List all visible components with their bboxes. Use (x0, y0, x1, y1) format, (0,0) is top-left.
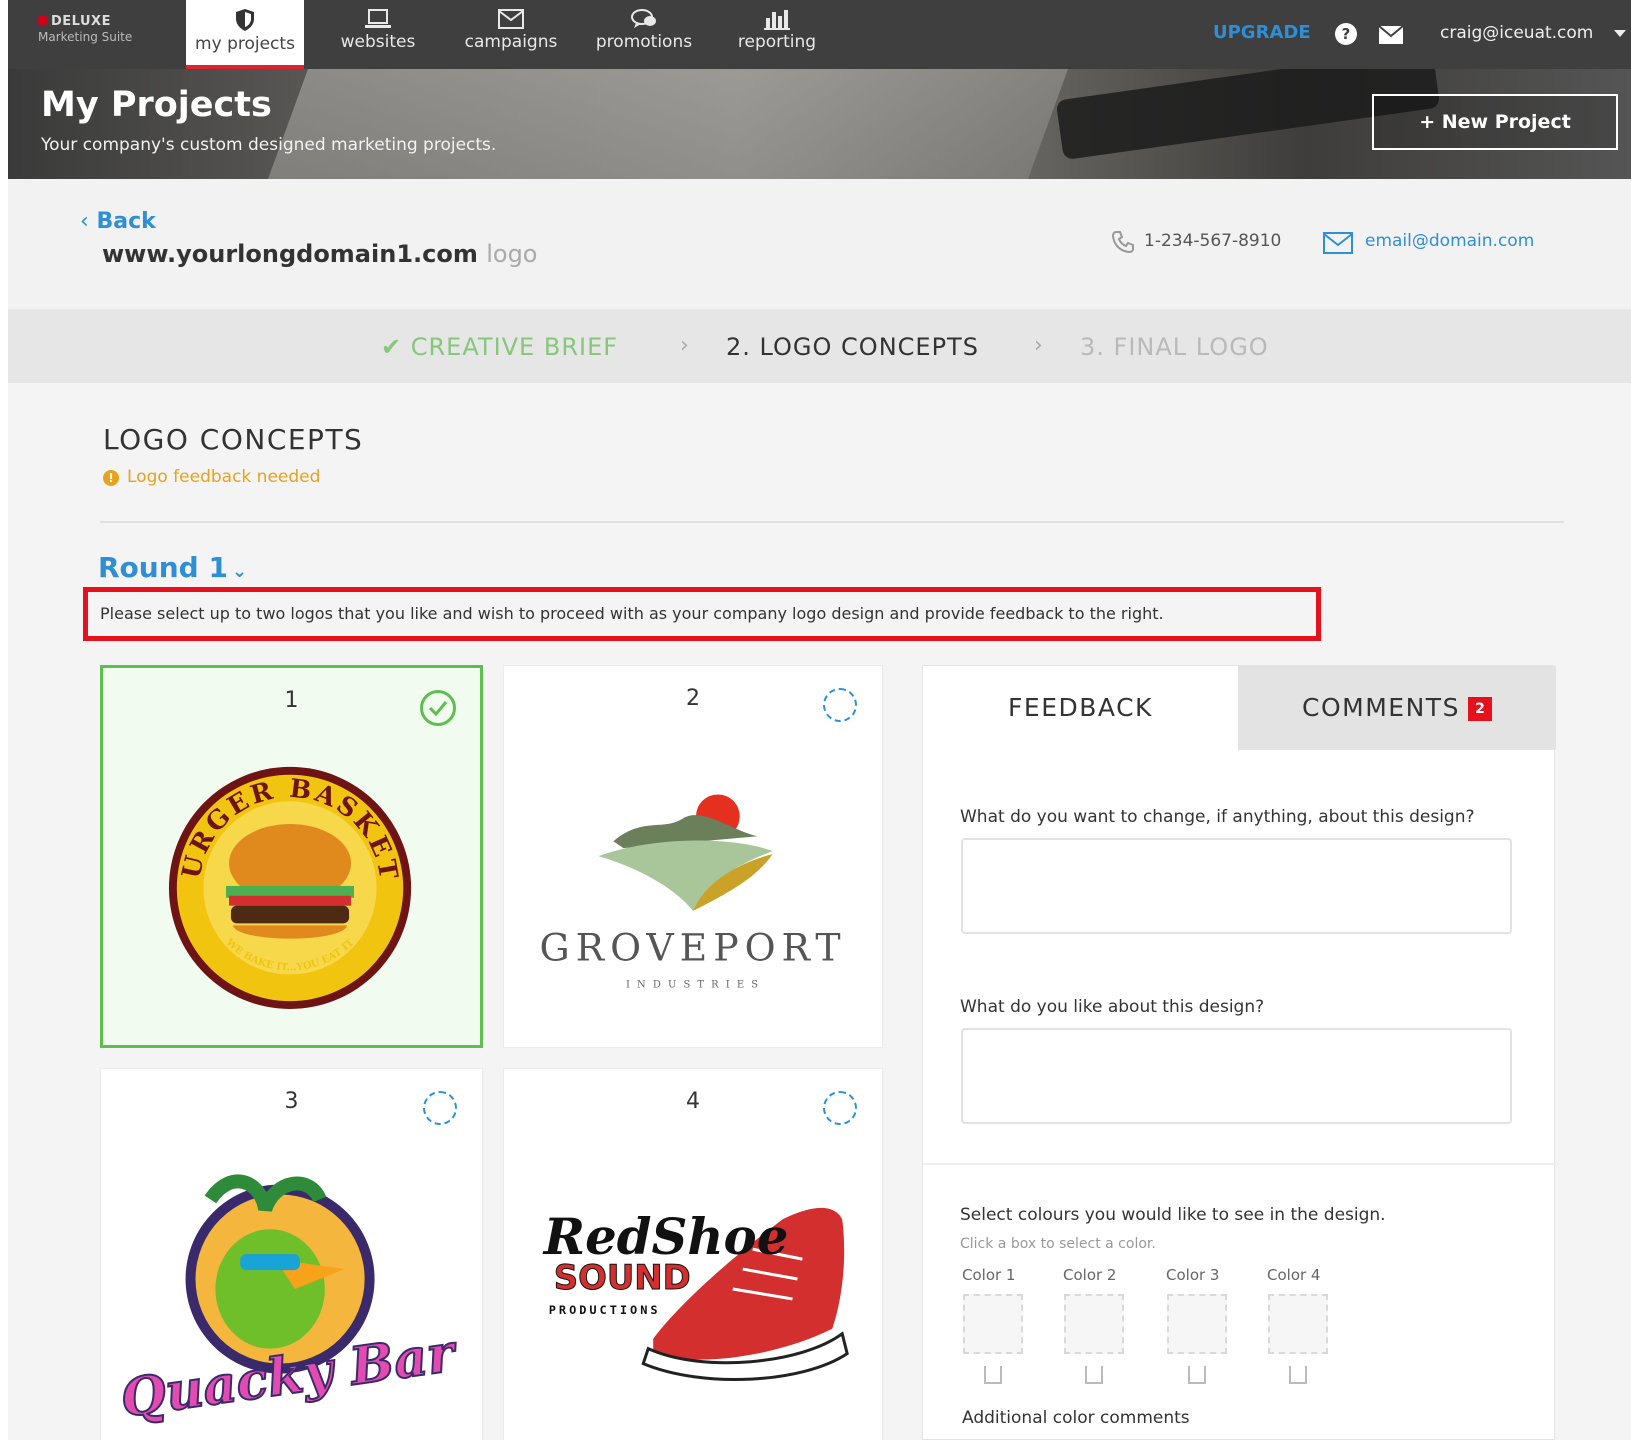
like-textarea[interactable] (961, 1028, 1512, 1124)
logo-name: GROVEPORT (540, 926, 847, 970)
additional-color-comments-label: Additional color comments (962, 1408, 1190, 1428)
back-link[interactable]: ‹ Back (80, 209, 156, 234)
tab-comments[interactable]: COMMENTS 2 (1238, 666, 1556, 750)
change-textarea[interactable] (961, 838, 1512, 934)
nav-my-projects[interactable]: my projects (186, 0, 304, 69)
checkmark-icon: ✔ (381, 333, 403, 361)
phone-icon (1111, 231, 1134, 254)
nav-label: promotions (595, 32, 693, 52)
nav-label: websites (340, 32, 416, 52)
colors-prompt: Select colours you would like to see in … (960, 1205, 1386, 1225)
chevron-left-icon: ‹ (80, 209, 89, 234)
page-title: My Projects (41, 85, 272, 125)
nav-label: my projects (195, 34, 295, 54)
brand-suite: Marketing Suite (38, 30, 133, 44)
mail-icon[interactable] (1378, 25, 1404, 45)
change-question: What do you want to change, if anything,… (960, 807, 1475, 827)
step-separator: › (680, 333, 689, 358)
logo-name-2: SOUND (554, 1258, 691, 1297)
help-icon[interactable]: ? (1335, 23, 1357, 45)
color-label-1: Color 1 (962, 1266, 1016, 1284)
logo-card-2[interactable]: 2 GROVEPORT I N D U S T R I E S (503, 665, 883, 1048)
color-label-4: Color 4 (1267, 1266, 1321, 1284)
project-domain: www.yourlongdomain1.com logo (102, 240, 538, 268)
tab-label: COMMENTS (1302, 693, 1460, 722)
section-title: LOGO CONCEPTS (103, 423, 364, 456)
select-radio-icon[interactable] (423, 1091, 457, 1125)
logo-card-3[interactable]: 3 Quacky Bar (100, 1068, 483, 1440)
brand-mark-icon (38, 16, 47, 25)
color-swatch-2[interactable] (1064, 1294, 1124, 1354)
laptop-icon (365, 9, 391, 28)
nav-reporting[interactable]: reporting (718, 0, 836, 69)
logo-card-1[interactable]: 1 BURGER BASKETS WE BAKE IT...YOU EAT IT (100, 665, 483, 1048)
domain-text: www.yourlongdomain1.com (102, 240, 478, 268)
nav-label: reporting (737, 32, 817, 52)
groveport-logo: GROVEPORT I N D U S T R I E S (540, 794, 847, 990)
email-icon (1323, 232, 1353, 254)
nav-campaigns[interactable]: campaigns (452, 0, 570, 69)
user-menu[interactable]: craig@iceuat.com (1440, 23, 1593, 43)
redshoe-sound-logo: RedShoe SOUND PRODUCTIONS (542, 1207, 849, 1381)
feedback-panel: FEEDBACK COMMENTS 2 What do you want to c… (922, 665, 1556, 1440)
hero-background-laptop (264, 69, 1072, 179)
quacky-bar-logo: Quacky Bar (116, 1174, 463, 1429)
instruction-text: Please select up to two logos that you l… (83, 587, 1321, 641)
chat-icon (631, 9, 656, 28)
bar-chart-icon (764, 10, 790, 30)
domain-suffix: logo (486, 240, 538, 268)
burger-baskets-logo: BURGER BASKETS WE BAKE IT...YOU EAT IT (103, 738, 412, 1009)
contact-phone[interactable]: 1-234-567-8910 (1144, 231, 1281, 251)
new-project-button[interactable]: + New Project (1372, 94, 1618, 150)
step-final-logo: 3. FINAL LOGO (1080, 333, 1269, 361)
color-label-3: Color 3 (1166, 1266, 1220, 1284)
color-checkbox-1[interactable] (984, 1366, 1002, 1384)
color-swatch-1[interactable] (963, 1294, 1023, 1354)
step-logo-concepts[interactable]: 2. LOGO CONCEPTS (726, 333, 979, 361)
selected-check-icon[interactable] (420, 690, 456, 726)
envelope-icon (498, 9, 524, 29)
round-label: Round 1 (98, 551, 228, 584)
color-swatch-4[interactable] (1268, 1294, 1328, 1354)
feedback-warning: ! Logo feedback needed (103, 467, 320, 487)
like-question: What do you like about this design? (960, 997, 1265, 1017)
brand-logo[interactable]: DELUXE Marketing Suite (38, 14, 132, 44)
color-checkbox-2[interactable] (1085, 1366, 1103, 1384)
upgrade-link[interactable]: UPGRADE (1213, 22, 1311, 43)
step-label: CREATIVE BRIEF (410, 333, 619, 361)
divider (100, 521, 1564, 523)
comments-count-badge: 2 (1467, 697, 1492, 721)
nav-label: campaigns (464, 32, 558, 52)
select-radio-icon[interactable] (823, 1091, 857, 1125)
warning-icon: ! (103, 470, 119, 486)
hero-banner: My Projects Your company's custom design… (8, 69, 1631, 179)
shield-icon (236, 9, 254, 31)
warning-text: Logo feedback needed (127, 467, 321, 487)
select-radio-icon[interactable] (823, 688, 857, 722)
logo-tagline: I N D U S T R I E S (626, 979, 760, 990)
color-swatch-3[interactable] (1167, 1294, 1227, 1354)
page-subtitle: Your company's custom designed marketing… (41, 135, 497, 155)
contact-email[interactable]: email@domain.com (1365, 231, 1534, 251)
color-checkbox-4[interactable] (1289, 1366, 1307, 1384)
step-creative-brief[interactable]: ✔ CREATIVE BRIEF (381, 333, 618, 361)
chevron-down-icon[interactable] (1614, 30, 1626, 37)
colors-hint: Click a box to select a color. (960, 1236, 1156, 1252)
color-label-2: Color 2 (1063, 1266, 1117, 1284)
step-separator: › (1034, 333, 1043, 358)
tab-feedback[interactable]: FEEDBACK (923, 666, 1238, 750)
top-nav: DELUXE Marketing Suite my projects websi… (8, 0, 1631, 69)
logo-tagline: PRODUCTIONS (549, 1303, 661, 1317)
logo-card-4[interactable]: 4 RedShoe SOUND PRODUCTIONS (503, 1068, 883, 1440)
color-checkbox-3[interactable] (1188, 1366, 1206, 1384)
progress-steps: ✔ CREATIVE BRIEF › 2. LOGO CONCEPTS › 3.… (8, 309, 1631, 383)
chevron-down-icon: ⌄ (231, 561, 248, 582)
brand-name: DELUXE (51, 14, 111, 29)
back-label: Back (96, 209, 156, 234)
project-info: ‹ Back www.yourlongdomain1.com logo 1-23… (8, 179, 1631, 309)
round-selector[interactable]: Round 1 ⌄ (98, 551, 247, 584)
nav-promotions[interactable]: promotions (585, 0, 703, 69)
divider (923, 1163, 1556, 1165)
nav-websites[interactable]: websites (319, 0, 437, 69)
